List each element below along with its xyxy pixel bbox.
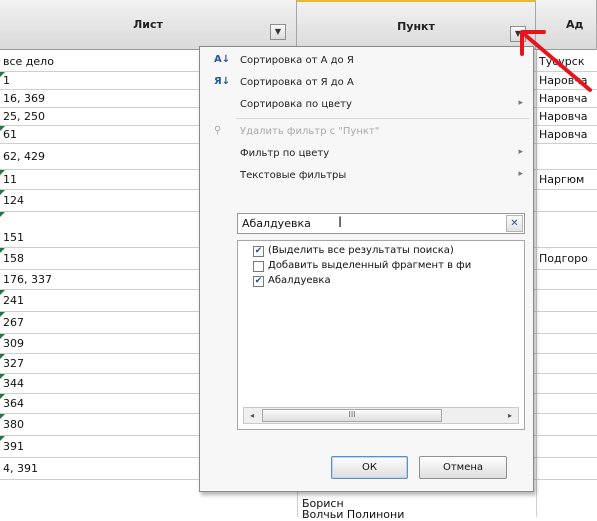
menu-item-filter-color[interactable]: Фильтр по цвету ▸ (200, 144, 533, 165)
checkbox-label: (Выделить все результаты поиска) (268, 245, 454, 256)
menu-item-label: Сортировка от Я до А (240, 77, 354, 88)
checkbox-checked-icon[interactable]: ✔ (253, 246, 264, 257)
column-header-point[interactable]: Пункт ▼ (297, 0, 536, 50)
menu-item-label: Сортировка от А до Я (240, 55, 354, 66)
menu-item-sort-color[interactable]: Сортировка по цвету ▸ (200, 95, 533, 116)
search-input[interactable]: Абалдуевка I ✕ (237, 213, 525, 234)
cell-list[interactable]: 158 (3, 252, 24, 265)
cell-list[interactable]: 327 (3, 357, 24, 370)
checkbox-label: Добавить выделенный фрагмент в фи (268, 260, 472, 271)
menu-item-label: Фильтр по цвету (240, 148, 330, 159)
column-header-list-label: Лист (133, 18, 163, 31)
menu-item-text-filters[interactable]: Текстовые фильтры ▸ (200, 166, 533, 187)
cell-list[interactable]: 16, 369 (3, 92, 45, 105)
menu-item-label: Текстовые фильтры (240, 170, 347, 181)
autofilter-dropdown: A↓ Сортировка от А до Я Я↓ Сортировка от… (199, 46, 534, 492)
submenu-arrow-icon: ▸ (518, 169, 523, 179)
cell-address[interactable]: Наровча (539, 128, 587, 141)
cell-list[interactable]: 124 (3, 194, 24, 207)
clear-search-button[interactable]: ✕ (506, 215, 523, 232)
cell-list[interactable]: 25, 250 (3, 110, 45, 123)
menu-separator (236, 118, 529, 119)
cell-address[interactable]: Наровча (539, 110, 587, 123)
menu-item-clear-filter[interactable]: ⚲ Удалить фильтр с "Пункт" (200, 122, 533, 143)
cell-list[interactable]: 61 (3, 128, 17, 141)
cell-list[interactable]: все дело (3, 55, 54, 68)
checkbox-checked-icon[interactable]: ✔ (253, 276, 264, 287)
cell-point[interactable]: Волчьи Полинони (302, 508, 404, 521)
cell-list[interactable]: 1 (3, 74, 10, 87)
cell-list[interactable]: 151 (3, 231, 24, 244)
search-input-value: Абалдуевка (242, 217, 311, 230)
cell-list[interactable]: 62, 429 (3, 150, 45, 163)
cell-list[interactable]: 391 (3, 440, 24, 453)
filter-dropdown-button-list[interactable]: ▼ (270, 24, 286, 40)
submenu-arrow-icon: ▸ (518, 147, 523, 157)
text-cursor-icon: I (338, 215, 343, 231)
menu-item-label: Удалить фильтр с "Пункт" (240, 126, 380, 137)
spreadsheet: Лист ▼ Пункт ▼ Ад все дело Тусурск 1 Нар… (0, 0, 597, 521)
scroll-thumb[interactable]: III (262, 409, 442, 422)
cell-list[interactable]: 176, 337 (3, 273, 52, 286)
cell-address[interactable]: Наргюм (539, 173, 584, 186)
cell-list[interactable]: 267 (3, 316, 24, 329)
scroll-right-icon[interactable]: ▸ (502, 408, 518, 423)
menu-item-label: Сортировка по цвету (240, 99, 352, 110)
cancel-button[interactable]: Отмена (419, 456, 507, 479)
horizontal-scrollbar[interactable]: ◂ III ▸ (243, 407, 519, 424)
sort-asc-icon: A↓ (214, 54, 231, 65)
number-as-text-indicator (0, 212, 5, 217)
cell-list[interactable]: 380 (3, 418, 24, 431)
sort-desc-icon: Я↓ (214, 76, 231, 87)
column-header-list[interactable]: Лист ▼ (0, 0, 297, 50)
checkbox-unchecked-icon[interactable] (253, 261, 264, 272)
menu-item-sort-desc[interactable]: Я↓ Сортировка от Я до А (200, 73, 533, 94)
cell-list[interactable]: 309 (3, 337, 24, 350)
cell-address[interactable]: Подгоро (539, 252, 588, 265)
filter-value-list: ✔ (Выделить все результаты поиска) Добав… (237, 240, 525, 430)
menu-item-sort-asc[interactable]: A↓ Сортировка от А до Я (200, 51, 533, 72)
cell-list[interactable]: 4, 391 (3, 462, 38, 475)
red-arrow-icon (520, 30, 592, 92)
ok-button[interactable]: ОК (331, 456, 408, 479)
cell-list[interactable]: 241 (3, 294, 24, 307)
chevron-down-icon: ▼ (274, 27, 282, 36)
column-header-point-label: Пункт (397, 20, 435, 33)
cell-list[interactable]: 11 (3, 173, 17, 186)
funnel-clear-icon: ⚲ (214, 125, 222, 136)
checkbox-label: Абалдуевка (268, 275, 331, 286)
scroll-left-icon[interactable]: ◂ (244, 408, 260, 423)
cell-list[interactable]: 344 (3, 377, 24, 390)
cell-list[interactable]: 364 (3, 397, 24, 410)
